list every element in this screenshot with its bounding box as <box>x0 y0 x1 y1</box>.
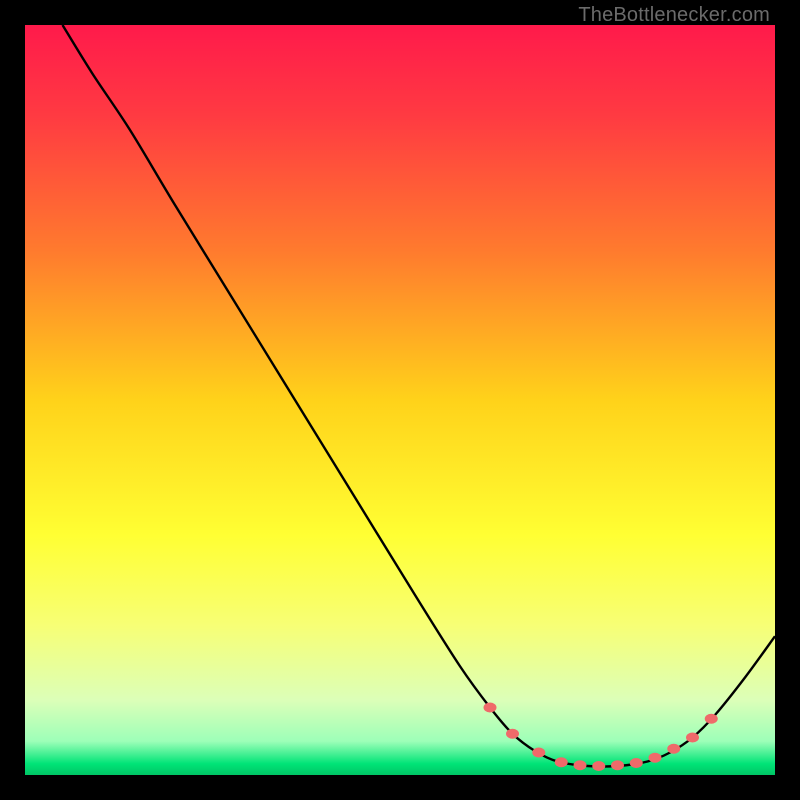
marker-dot <box>592 761 605 771</box>
marker-dot <box>667 744 680 754</box>
marker-dot <box>506 729 519 739</box>
marker-dot <box>532 748 545 758</box>
marker-dot <box>630 758 643 768</box>
marker-dot <box>555 757 568 767</box>
marker-dot <box>611 760 624 770</box>
marker-dot <box>686 733 699 743</box>
marker-dot <box>649 753 662 763</box>
bottleneck-chart <box>25 25 775 775</box>
marker-dot <box>574 760 587 770</box>
chart-frame <box>25 25 775 775</box>
attribution-label: TheBottlenecker.com <box>578 4 770 27</box>
marker-dot <box>705 714 718 724</box>
chart-background <box>25 25 775 775</box>
marker-dot <box>484 703 497 713</box>
